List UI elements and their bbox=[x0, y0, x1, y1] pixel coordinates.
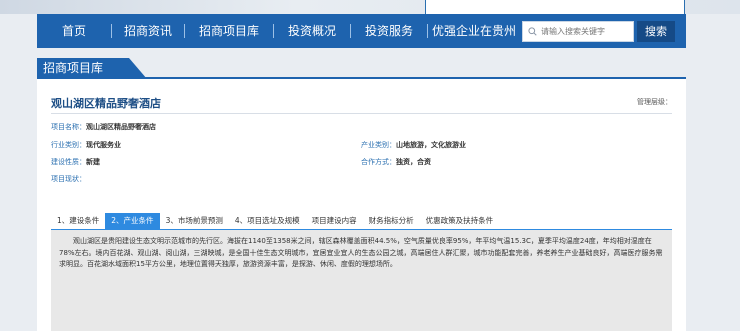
nav-item-news[interactable]: 招商资讯 bbox=[112, 14, 184, 48]
tab-site-scale[interactable]: 4、项目选址及规模 bbox=[229, 213, 306, 229]
panel-body: 观山湖区精品野奢酒店 管理层级： 项目名称：观山湖区精品野奢酒店 行业类别：现代… bbox=[37, 79, 686, 331]
field-label: 合作方式： bbox=[361, 158, 396, 166]
field-label: 产业类别： bbox=[361, 141, 396, 149]
field-sector: 产业类别：山地旅游，文化旅游业 bbox=[361, 140, 466, 150]
tab-policies[interactable]: 优惠政策及扶持条件 bbox=[420, 213, 500, 229]
detail-tabs: 1、建设条件 2、产业条件 3、市场前景预测 4、项目选址及规模 项目建设内容 … bbox=[51, 213, 499, 229]
tab-industry-conditions[interactable]: 2、产业条件 bbox=[105, 213, 160, 229]
panel-tab: 招商项目库 bbox=[37, 58, 129, 79]
field-label: 项目现状： bbox=[51, 175, 86, 183]
search-placeholder: 请输入搜索关键字 bbox=[541, 27, 605, 36]
field-value: 观山湖区精品野奢酒店 bbox=[86, 123, 156, 131]
field-industry: 行业类别：现代服务业 bbox=[51, 140, 121, 150]
panel-tab-edge bbox=[129, 58, 147, 79]
nav-item-projects[interactable]: 招商项目库 bbox=[185, 14, 273, 48]
tab-market-forecast[interactable]: 3、市场前景预测 bbox=[160, 213, 229, 229]
field-value: 独资，合资 bbox=[396, 158, 431, 166]
nav-item-overview[interactable]: 投资概况 bbox=[274, 14, 350, 48]
page-title: 观山湖区精品野奢酒店 bbox=[51, 97, 161, 110]
tab-financial-analysis[interactable]: 财务指标分析 bbox=[363, 213, 420, 229]
nav-item-enterprises[interactable]: 优强企业在贵州 bbox=[428, 14, 520, 48]
field-project-name: 项目名称：观山湖区精品野奢酒店 bbox=[51, 122, 156, 132]
nav-item-home[interactable]: 首页 bbox=[37, 14, 111, 48]
tab-construction-content[interactable]: 项目建设内容 bbox=[306, 213, 363, 229]
search-button[interactable]: 搜索 bbox=[637, 21, 675, 42]
field-status: 项目现状： bbox=[51, 174, 86, 184]
field-value: 新建 bbox=[86, 158, 100, 166]
search-input[interactable]: 请输入搜索关键字 bbox=[522, 21, 634, 42]
top-banner-box bbox=[425, 0, 685, 14]
field-label: 项目名称： bbox=[51, 123, 86, 131]
search-icon bbox=[523, 27, 541, 36]
field-value: 山地旅游，文化旅游业 bbox=[396, 141, 466, 149]
field-cooperation: 合作方式：独资，合资 bbox=[361, 157, 431, 167]
nav-item-services[interactable]: 投资服务 bbox=[351, 14, 427, 48]
title-divider bbox=[51, 113, 672, 114]
management-level: 管理层级： bbox=[637, 98, 672, 106]
field-value: 现代服务业 bbox=[86, 141, 121, 149]
field-label: 行业类别： bbox=[51, 141, 86, 149]
tab-construction-conditions[interactable]: 1、建设条件 bbox=[51, 213, 105, 229]
field-nature: 建设性质：新建 bbox=[51, 157, 100, 167]
project-panel: 招商项目库 观山湖区精品野奢酒店 管理层级： 项目名称：观山湖区精品野奢酒店 行… bbox=[37, 58, 686, 331]
field-label: 建设性质： bbox=[51, 158, 86, 166]
tab-content: 观山湖区是贵阳建设生态文明示范城市的先行区。海拔在1140至1358米之间，辖区… bbox=[51, 230, 672, 331]
